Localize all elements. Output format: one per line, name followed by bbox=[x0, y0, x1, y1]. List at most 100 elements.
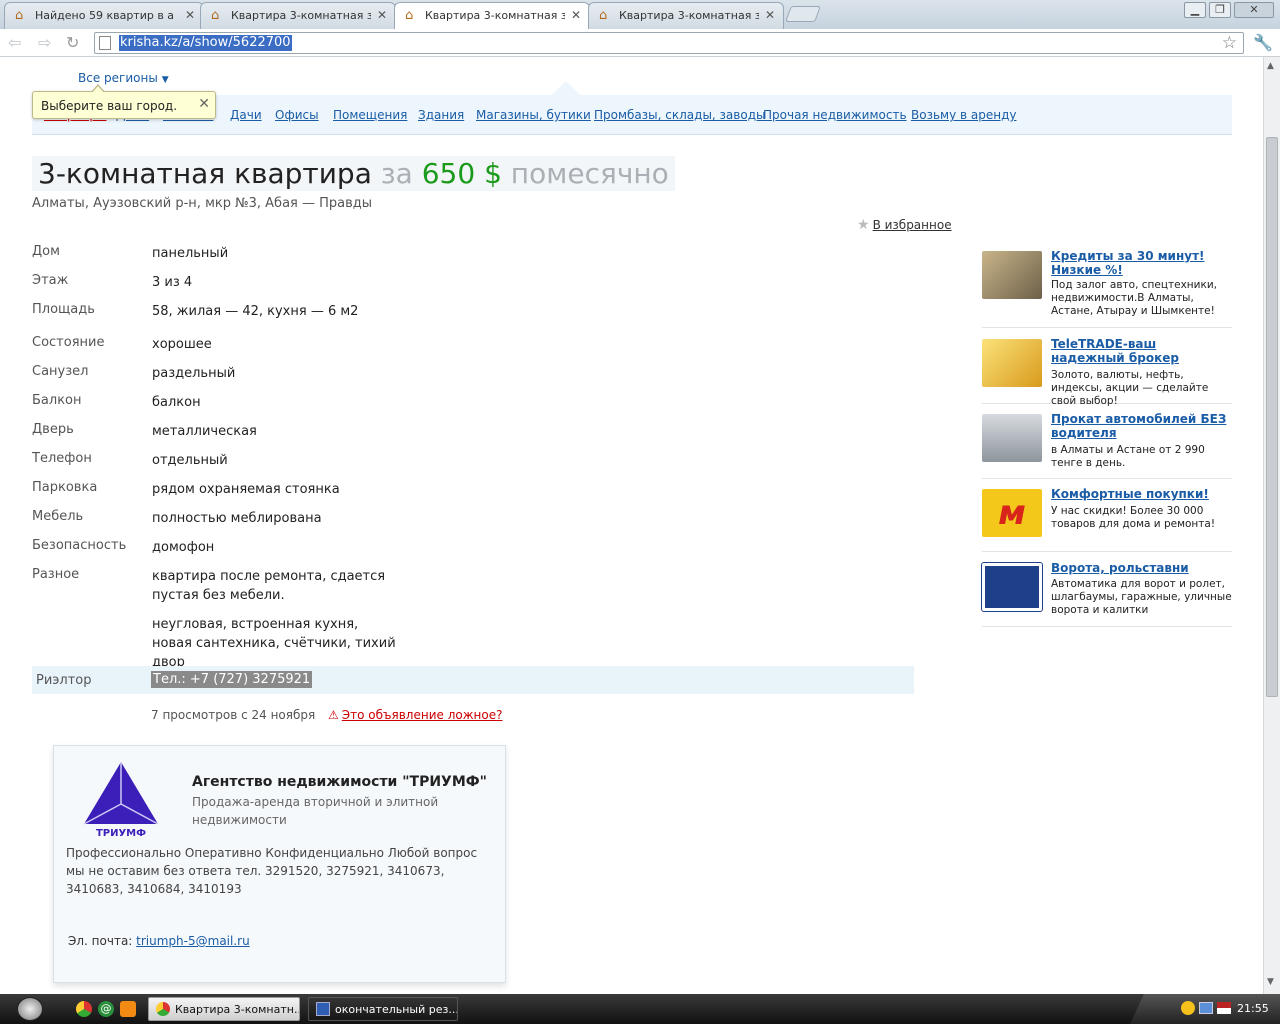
nav-link-shops[interactable]: Магазины, бутики bbox=[476, 108, 591, 122]
minimize-button[interactable]: ▁ bbox=[1184, 2, 1206, 18]
agency-description: Профессионально Оперативно Конфиденциаль… bbox=[66, 846, 478, 896]
title-main: 3-комнатная квартира bbox=[38, 157, 372, 190]
browser-tab[interactable]: ⌂ Найдено 59 квартир в аре ✕ bbox=[4, 2, 204, 29]
ad-image-trade bbox=[982, 339, 1042, 387]
detail-value: балкон bbox=[152, 395, 201, 410]
ad-text: Автоматика для ворот и ролет, шлагбаумы,… bbox=[1051, 578, 1232, 616]
agency-subtitle: Продажа-аренда вторичной и элитной недви… bbox=[192, 795, 439, 827]
reload-icon[interactable]: ↻ bbox=[66, 33, 79, 53]
chrome-icon[interactable] bbox=[76, 1001, 92, 1017]
ad-item[interactable]: TeleTRADE-ваш надежный брокер Золото, ва… bbox=[982, 337, 1232, 407]
browser-tab-active[interactable]: ⌂ Квартира 3-комнатная за 6 ✕ bbox=[394, 2, 590, 30]
favorite-label: В избранное bbox=[872, 218, 952, 232]
realtor-row: Риэлтор Тел.: +7 (727) 3275921 bbox=[32, 666, 914, 694]
ad-image-money bbox=[982, 251, 1042, 299]
ad-title[interactable]: Прокат автомобилей БЕЗ водителя bbox=[1051, 412, 1231, 440]
detail-key: Площадь bbox=[32, 302, 95, 317]
scrollbar-thumb[interactable] bbox=[1266, 137, 1278, 697]
address-bar[interactable]: krisha.kz/a/show/5622700 ☆ bbox=[94, 32, 1244, 54]
restore-button[interactable]: ❐ bbox=[1209, 2, 1231, 18]
house-icon: ⌂ bbox=[599, 8, 608, 23]
forward-icon[interactable]: ⇨ bbox=[38, 33, 51, 53]
ad-title[interactable]: Комфортные покупки! bbox=[1051, 487, 1231, 501]
clock: 21:55 bbox=[1237, 1002, 1269, 1015]
tab-title: Найдено 59 квартир в аре bbox=[35, 9, 175, 22]
close-tab-icon[interactable]: ✕ bbox=[571, 8, 581, 22]
network-icon[interactable] bbox=[1199, 1002, 1213, 1014]
report-false-label: Это объявление ложное? bbox=[341, 708, 503, 722]
close-icon[interactable]: ✕ bbox=[198, 96, 210, 112]
price: 650 $ bbox=[421, 157, 502, 190]
page-title: 3-комнатная квартира за 650 $ помесячно bbox=[32, 156, 675, 191]
taskbar-task-browser[interactable]: Квартира 3-комнатн... bbox=[148, 997, 300, 1021]
taskbar-task-document[interactable]: окончательный рез... bbox=[308, 997, 458, 1021]
phone-number[interactable]: Тел.: +7 (727) 3275921 bbox=[151, 671, 313, 688]
nav-link-offices[interactable]: Офисы bbox=[275, 108, 319, 122]
web-page: Все регионы▼ Квартиры Дома Участки Дачи … bbox=[0, 57, 1263, 994]
price-period: помесячно bbox=[510, 157, 669, 190]
address: Алматы, Ауэзовский р-н, мкр №3, Абая — П… bbox=[32, 196, 373, 211]
tooltip-arrow-fill bbox=[92, 86, 104, 93]
title-for: за bbox=[380, 157, 413, 190]
close-tab-icon[interactable]: ✕ bbox=[185, 8, 195, 22]
os-taskbar: @ Квартира 3-комнатн... окончательный ре… bbox=[0, 994, 1280, 1024]
nav-link-other[interactable]: Прочая недвижимость bbox=[763, 108, 907, 122]
ad-image-doorhan bbox=[981, 562, 1043, 612]
ad-item[interactable]: Прокат автомобилей БЕЗ водителя в Алматы… bbox=[982, 412, 1232, 479]
agency-name: Агентство недвижимости "ТРИУМФ" bbox=[192, 774, 487, 790]
detail-value: металлическая bbox=[152, 424, 257, 439]
language-flag-icon[interactable] bbox=[1217, 1002, 1231, 1014]
detail-key: Телефон bbox=[32, 451, 92, 466]
ad-item[interactable]: м Комфортные покупки! У нас скидки! Боле… bbox=[982, 487, 1232, 552]
mail-agent-icon[interactable]: @ bbox=[98, 1001, 114, 1017]
nav-link-premises[interactable]: Помещения bbox=[333, 108, 407, 122]
report-false-link[interactable]: ⚠ Это объявление ложное? bbox=[328, 708, 502, 722]
browser-tab[interactable]: ⌂ Квартира 3-комнатная за 6 ✕ bbox=[200, 2, 396, 29]
nav-link-industrial[interactable]: Промбазы, склады, заводы bbox=[594, 108, 765, 122]
detail-key: Парковка bbox=[32, 480, 98, 495]
email-link[interactable]: triumph-5@mail.ru bbox=[136, 934, 250, 948]
new-tab-button[interactable] bbox=[785, 6, 821, 22]
detail-value: хорошее bbox=[152, 337, 212, 352]
smiley-icon[interactable] bbox=[1181, 1001, 1195, 1015]
wrench-icon[interactable]: 🔧 bbox=[1253, 33, 1273, 52]
tab-title: Квартира 3-комнатная за 6 bbox=[425, 9, 565, 22]
ad-text: Под залог авто, спецтехники, недвижимост… bbox=[1051, 279, 1217, 317]
nav-link-dachas[interactable]: Дачи bbox=[230, 108, 262, 122]
start-button[interactable] bbox=[17, 997, 43, 1021]
regions-dropdown[interactable]: Все регионы ▼ bbox=[78, 71, 169, 85]
close-tab-icon[interactable]: ✕ bbox=[765, 8, 775, 22]
star-icon: ★ bbox=[857, 217, 870, 233]
close-tab-icon[interactable]: ✕ bbox=[377, 8, 387, 22]
chevron-down-icon: ▼ bbox=[161, 75, 169, 85]
favorite-link[interactable]: ★ В избранное bbox=[857, 217, 952, 233]
house-icon: ⌂ bbox=[405, 8, 414, 23]
odnoklassniki-icon[interactable] bbox=[120, 1001, 136, 1017]
ad-text: в Алматы и Астане от 2 990 тенге в день. bbox=[1051, 444, 1205, 469]
ad-title[interactable]: TeleTRADE-ваш надежный брокер bbox=[1051, 337, 1231, 365]
nav-link-buildings[interactable]: Здания bbox=[418, 108, 464, 122]
tab-title: Квартира 3-комнатная за 7 bbox=[619, 9, 759, 22]
email-label: Эл. почта: bbox=[68, 934, 133, 948]
scroll-down-icon[interactable]: ▼ bbox=[1267, 977, 1274, 987]
vertical-scrollbar[interactable]: ▲ ▼ bbox=[1263, 57, 1280, 994]
scroll-up-icon[interactable]: ▲ bbox=[1267, 61, 1274, 71]
browser-tab[interactable]: ⌂ Квартира 3-комнатная за 7 ✕ bbox=[588, 2, 784, 29]
task-title: окончательный рез... bbox=[335, 1003, 458, 1016]
ad-title[interactable]: Ворота, рольставни bbox=[1051, 561, 1231, 575]
page-icon bbox=[99, 36, 111, 50]
close-window-button[interactable]: ✕ bbox=[1234, 2, 1274, 18]
ad-item[interactable]: Ворота, рольставни Автоматика для ворот … bbox=[981, 561, 1232, 627]
ad-title[interactable]: Кредиты за 30 минут! Низкие %! bbox=[1051, 249, 1231, 277]
nav-link-rent-wanted[interactable]: Возьму в аренду bbox=[911, 108, 1016, 122]
ad-item[interactable]: Кредиты за 30 минут! Низкие %! Под залог… bbox=[982, 249, 1232, 328]
bookmark-star-icon[interactable]: ☆ bbox=[1222, 33, 1237, 53]
detail-key: Разное bbox=[32, 567, 80, 582]
house-icon: ⌂ bbox=[211, 8, 220, 23]
detail-key: Дверь bbox=[32, 422, 74, 437]
back-icon[interactable]: ⇦ bbox=[8, 33, 21, 53]
tab-title: Квартира 3-комнатная за 6 bbox=[231, 9, 371, 22]
tooltip-text: Выберите ваш город. bbox=[41, 99, 178, 113]
city-tooltip: Выберите ваш город. ✕ bbox=[32, 84, 216, 119]
url-text[interactable]: krisha.kz/a/show/5622700 bbox=[119, 35, 292, 51]
